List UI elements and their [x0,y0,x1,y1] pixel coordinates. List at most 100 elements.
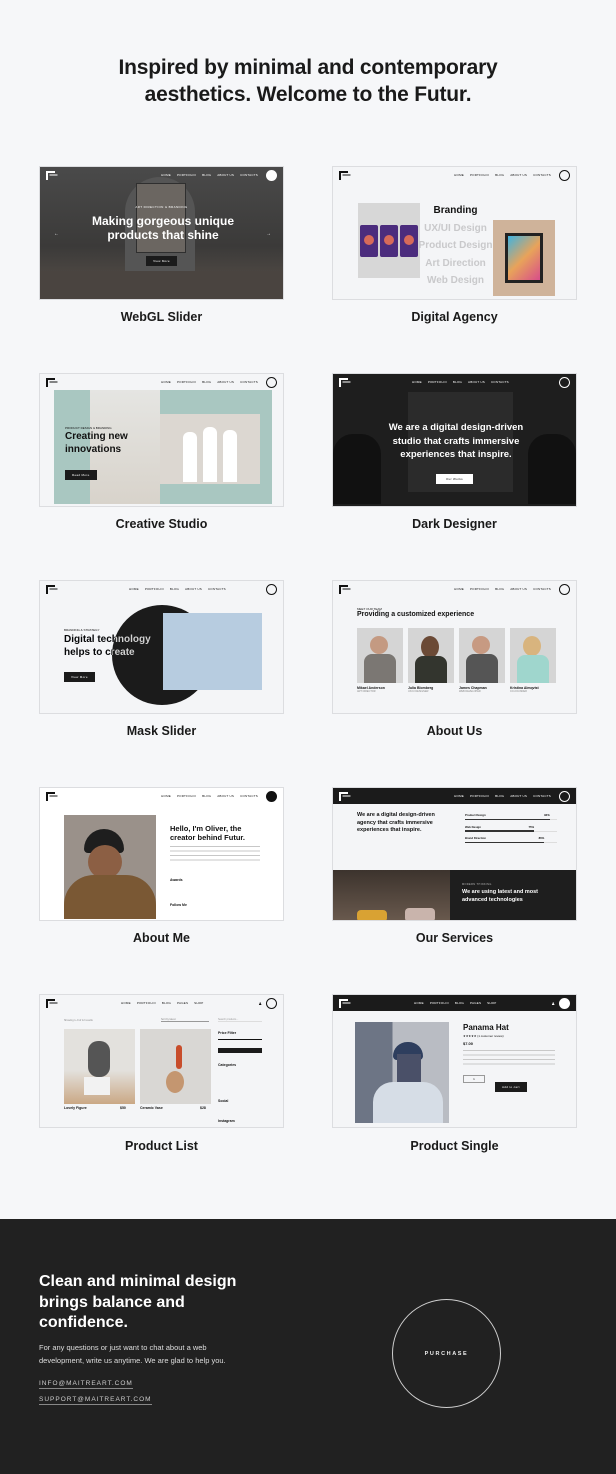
nav-link: Home [161,380,171,384]
demo-mask-slider[interactable]: Home Portfolio Blog About Us Contacts Brandi… [39,580,284,714]
demo-nav: Home Portfolio Blog Pages Shop ♟ [333,995,576,1011]
product-name: Lovely Figure [64,1106,87,1110]
nav-link: Contacts [240,380,258,384]
nav-link: About Us [217,794,235,798]
demo-title: Creating new innovations [65,431,128,455]
menu-icon [559,583,570,595]
product-price: $28 [200,1106,206,1110]
menu-icon [266,583,277,595]
footer-text: For any questions or just want to chat a… [39,1343,226,1365]
demo-title: Making gorgeous unique products that shi… [91,214,234,242]
headline-line-2: aesthetics. Welcome to the Futur. [144,83,472,106]
nav-link: Contacts [207,587,226,591]
demo-webgl-slider[interactable]: Home Portfolio Blog About Us Contacts Art Di… [39,166,284,300]
menu-icon [559,997,570,1009]
demo-nav: Home Portfolio Blog About Us Contacts [40,167,283,183]
nav-link: Blog [495,794,505,798]
demo-creative-studio[interactable]: Home Portfolio Blog About Us Contacts Produc… [39,373,284,507]
demo-about-us[interactable]: Home Portfolio Blog About Us Contacts Meet O… [332,580,577,714]
nav-link: Blog [495,587,505,591]
nav-link: About Us [510,587,528,591]
logo-icon [339,377,348,387]
purchase-button[interactable]: PURCHASE [392,1299,501,1408]
service-item: Branding [433,205,478,216]
demo-caption[interactable]: Our Services [332,931,577,945]
demo-caption[interactable]: Product Single [332,1139,577,1153]
purchase-label: PURCHASE [424,1350,469,1357]
skill-fill [465,830,534,832]
demo-dark-designer[interactable]: Home Portfolio Blog About Us Contacts We are… [332,373,577,507]
nav-link: Pages [177,1001,189,1005]
menu-icon [266,376,277,388]
nav-link: About Us [510,173,528,177]
nav-link: Blog [452,380,463,384]
skill-bar: Web Design 75% [465,825,557,837]
demo-caption[interactable]: Dark Designer [332,517,577,531]
rating: ★★★★★ (1 customer review) [463,1034,504,1038]
nav-link: Portfolio [136,1001,156,1005]
demo-nav: Home Portfolio Blog About Us Contacts [333,167,576,183]
demo-caption[interactable]: Creative Studio [39,517,284,531]
product-name: Ceramic Vase [140,1106,163,1110]
logo-icon [46,377,55,387]
menu-icon [559,169,570,181]
skill-value: 92% [544,813,550,817]
demo-caption[interactable]: Mask Slider [39,724,284,738]
demo-product-list[interactable]: Home Portfolio Blog Pages Shop ♟ Showing 1–9 … [39,994,284,1128]
nav-link: About Us [510,794,528,798]
nav-link: Home [412,380,422,384]
demo-title: Hello, I'm Oliver, the creator behind Fu… [170,824,246,842]
nav-link: Portfolio [469,587,490,591]
demo-caption[interactable]: WebGL Slider [39,310,284,324]
nav-link: Contacts [490,380,509,384]
demo-our-services[interactable]: Home Portfolio Blog About Us Contacts We are… [332,787,577,921]
demo-caption[interactable]: Product List [39,1139,284,1153]
logo-icon [339,584,348,594]
demo-digital-agency[interactable]: Home Portfolio Blog About Us Contacts Brandi… [332,166,577,300]
nav-link: Portfolio [469,794,490,798]
demo-about-me[interactable]: Home Portfolio Blog About Us Contacts Hello,… [39,787,284,921]
arrow-left-icon: ← [54,231,59,237]
nav-link: Contacts [533,794,551,798]
skill-label: Product Design [465,813,486,817]
demo-product-single[interactable]: Home Portfolio Blog Pages Shop ♟ Panama Hat ★… [332,994,577,1128]
nav-link: Blog [202,380,212,384]
menu-icon [266,169,277,181]
demo-nav: Home Portfolio Blog About Us Contacts [40,374,283,390]
demo-nav: Home Portfolio Blog About Us Contacts [40,788,283,804]
team-member: Kristina Almqvist Co-Founder [510,628,556,693]
skill-fill [465,818,550,820]
logo-icon [46,170,55,180]
demo-title: We are a digital design-driven studio th… [388,422,524,460]
demo-eyebrow: Product Design & Branding [65,426,112,430]
demo-caption[interactable]: Digital Agency [332,310,577,324]
demo-nav: Home Portfolio Blog Pages Shop ♟ [40,995,283,1011]
nav-link: About Us [217,173,235,177]
skill-label: Web Design [465,824,481,829]
logo-icon [339,791,348,801]
nav-link: Contacts [240,794,258,798]
nav-link: Home [414,1001,424,1005]
logo-icon [339,998,348,1008]
nav-link: Home [454,794,464,798]
product-price: $7.00 [463,1041,474,1046]
demo-nav: Home Portfolio Blog About Us Contacts [40,581,283,597]
sidebar-heading: Instagram [218,1119,235,1123]
user-icon: ♟ [551,1000,555,1006]
team-member: James Chapman Web Developer [459,628,505,693]
team-member: Julia Blomberg Ux/UI Designer [408,628,454,693]
email-info-link[interactable]: INFO@MAITREART.COM [39,1380,133,1389]
demo-button: Read More [65,470,97,480]
demo-caption[interactable]: About Me [39,931,284,945]
nav-link: Home [121,1001,131,1005]
demo-caption[interactable]: About Us [332,724,577,738]
service-item: Web Design [426,275,485,286]
demo-nav: Home Portfolio Blog About Us Contacts [333,374,576,390]
email-support-link[interactable]: SUPPORT@MAITREART.COM [39,1396,152,1405]
service-item: UX/UI Design [424,222,487,234]
demo-title: We are a digital design-driven agency th… [357,812,435,833]
menu-icon [559,376,570,388]
demo-button: Our Works [436,474,473,484]
add-to-cart-button: Add to cart [495,1082,527,1092]
arrow-right-icon: → [266,231,271,237]
